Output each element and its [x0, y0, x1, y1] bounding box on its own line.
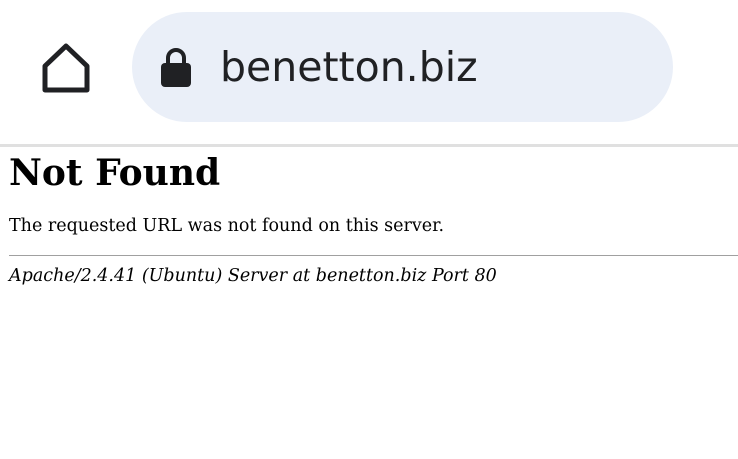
- home-button[interactable]: [38, 40, 94, 96]
- error-message: The requested URL was not found on this …: [9, 216, 445, 236]
- page-title: Not Found: [9, 152, 221, 194]
- browser-toolbar: benetton.biz: [0, 0, 738, 144]
- horizontal-rule: [9, 255, 738, 256]
- home-icon: [42, 43, 90, 93]
- server-signature: Apache/2.4.41 (Ubuntu) Server at benetto…: [9, 266, 497, 286]
- lock-icon[interactable]: [160, 46, 192, 88]
- url-text[interactable]: benetton.biz: [220, 41, 478, 93]
- toolbar-divider: [0, 144, 738, 147]
